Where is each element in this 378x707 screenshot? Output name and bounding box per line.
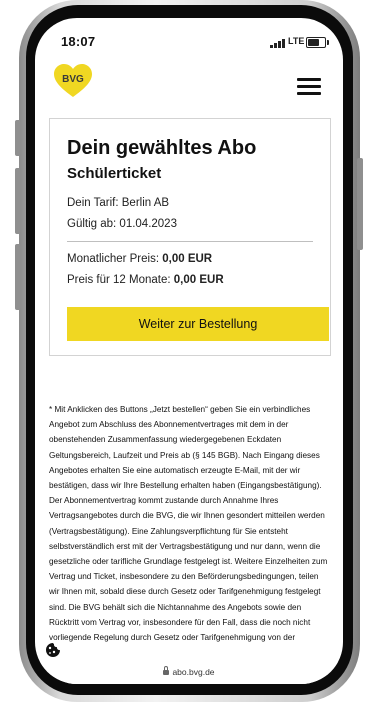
continue-to-order-button[interactable]: Weiter zur Bestellung (67, 307, 329, 341)
signal-icon (270, 38, 286, 48)
legal-text: * Mit Anklicken des Buttons „Jetzt beste… (49, 405, 328, 643)
subscription-summary-card: Dein gewähltes Abo Schülerticket Dein Ta… (49, 118, 331, 356)
card-subtitle: Schülerticket (67, 165, 162, 182)
yearly-price-value: 0,00 EUR (173, 274, 224, 286)
browser-url-bar[interactable]: abo.bvg.de (35, 662, 343, 684)
phone-screen: 18:07 LTE BVG Dein gewähltes Abo Schüler… (35, 18, 343, 684)
monthly-price-label: Monatlicher Preis: (67, 253, 160, 265)
cookie-shape-icon (46, 643, 60, 657)
url-text: abo.bvg.de (172, 667, 215, 677)
valid-from-text: Gültig ab: 01.04.2023 (67, 218, 177, 230)
power-button (357, 158, 363, 250)
tariff-text: Dein Tarif: Berlin AB (67, 197, 170, 209)
yearly-price-label: Preis für 12 Monate: (67, 274, 171, 286)
battery-icon (306, 37, 329, 48)
bvg-logo[interactable]: BVG (53, 64, 93, 98)
network-type: LTE (288, 36, 305, 46)
mute-switch (15, 120, 21, 156)
volume-down-button (15, 244, 21, 310)
status-time: 18:07 (61, 34, 96, 49)
lock-icon (163, 666, 170, 675)
hamburger-menu-icon[interactable] (297, 78, 321, 96)
monthly-price-value: 0,00 EUR (162, 253, 213, 265)
cookie-icon[interactable] (45, 642, 61, 658)
yearly-price: Preis für 12 Monate: 0,00 EUR (67, 274, 224, 286)
site-header: BVG (35, 62, 343, 108)
volume-up-button (15, 168, 21, 234)
url-display: abo.bvg.de (35, 666, 343, 677)
legal-disclaimer: * Mit Anklicken des Buttons „Jetzt beste… (49, 402, 331, 645)
status-bar: 18:07 LTE (35, 18, 343, 60)
logo-text: BVG (62, 74, 84, 85)
card-divider (67, 241, 313, 242)
monthly-price: Monatlicher Preis: 0,00 EUR (67, 253, 212, 265)
card-title: Dein gewähltes Abo (67, 137, 257, 159)
